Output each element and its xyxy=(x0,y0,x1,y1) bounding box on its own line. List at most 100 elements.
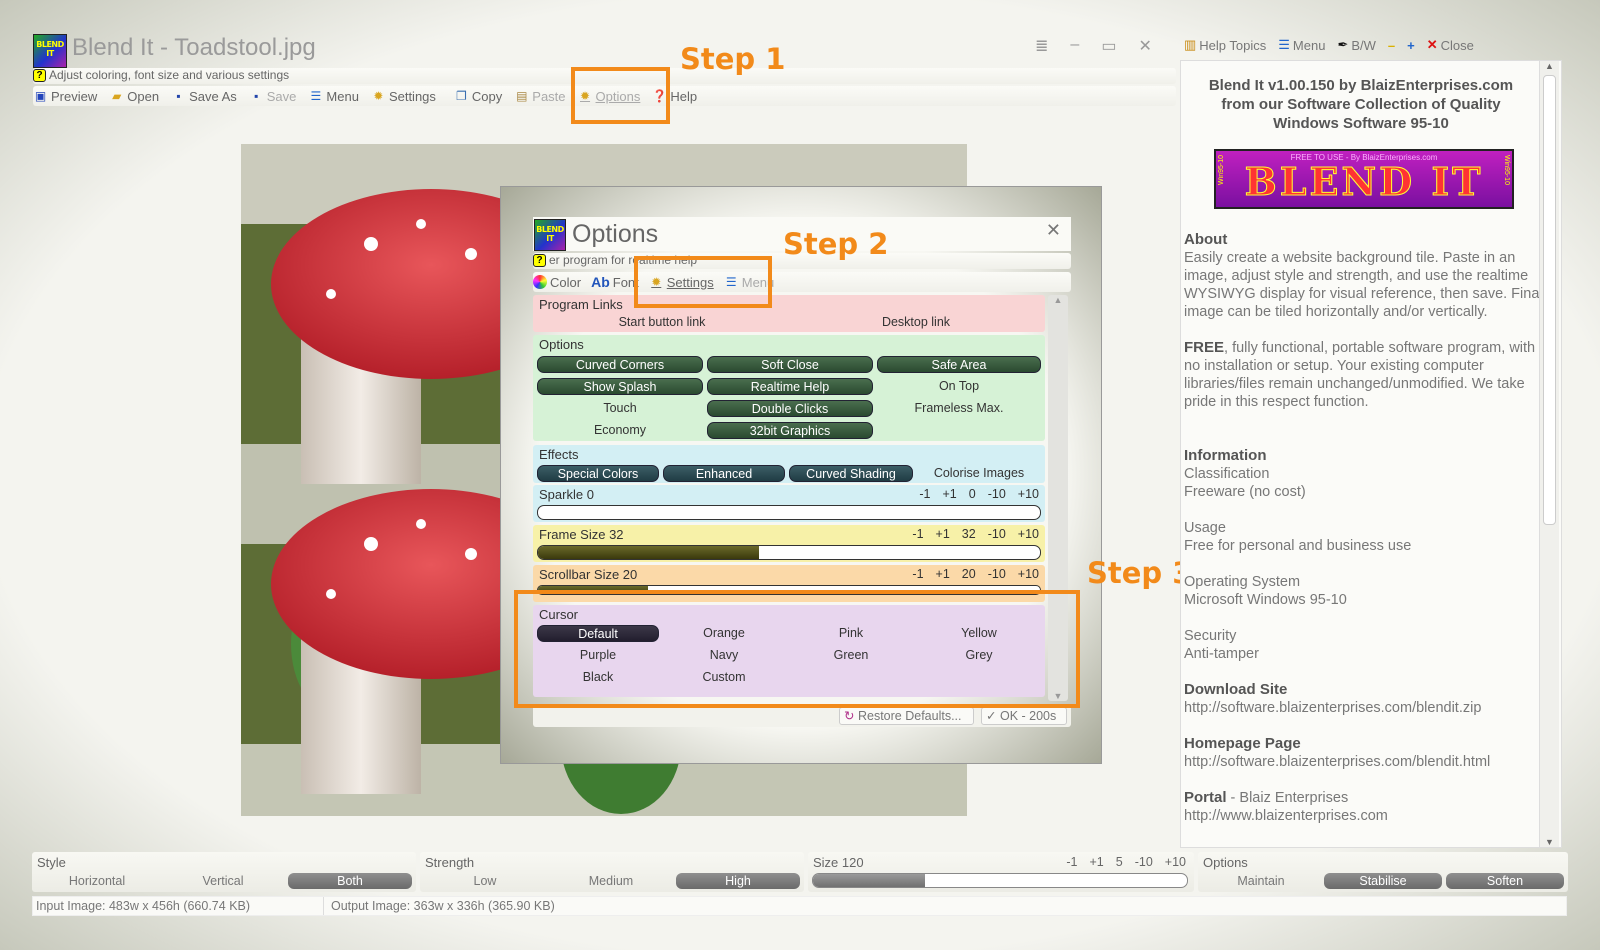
double-clicks-toggle[interactable]: Double Clicks xyxy=(707,400,873,417)
scroll-plus1-button[interactable]: +1 xyxy=(936,567,950,581)
save-button[interactable]: ▪ Save xyxy=(249,89,296,104)
homepage-link[interactable]: http://software.blaizenterprises.com/ble… xyxy=(1184,754,1490,770)
sparkle-minus1-button[interactable]: -1 xyxy=(919,487,930,501)
sparkle-section: Sparkle 0 -1 +1 0 -10 +10 xyxy=(533,485,1045,522)
scrollbar-size-label: Scrollbar Size 20 xyxy=(539,567,638,582)
sparkle-value: 0 xyxy=(968,487,976,501)
tab-font[interactable]: Ab Font xyxy=(591,274,639,290)
economy-toggle[interactable]: Economy xyxy=(537,422,703,439)
help-body: About Easily create a website background … xyxy=(1184,231,1544,843)
scroll-up-icon[interactable]: ▲ xyxy=(1048,295,1068,305)
minimize-button[interactable]: – xyxy=(1070,36,1079,56)
frame-plus1-button[interactable]: +1 xyxy=(936,527,950,541)
soften-option[interactable]: Soften xyxy=(1446,873,1564,889)
curved-corners-toggle[interactable]: Curved Corners xyxy=(537,356,703,373)
menu-button[interactable]: ☰ Menu xyxy=(308,89,359,104)
font-smaller-button[interactable]: – xyxy=(1388,38,1395,53)
hint-icon: ? xyxy=(33,69,46,83)
window-controls: ≣ – ▭ ✕ xyxy=(1035,36,1152,56)
tab-color[interactable]: Color xyxy=(533,275,581,290)
monitor-icon: ▣ xyxy=(34,88,47,103)
style-vertical-option[interactable]: Vertical xyxy=(162,873,284,889)
maximize-button[interactable]: ▭ xyxy=(1101,36,1116,56)
dialog-close-button[interactable]: ✕ xyxy=(1046,220,1061,241)
style-horizontal-option[interactable]: Horizontal xyxy=(36,873,158,889)
gear-icon: ✹ xyxy=(373,88,384,103)
sparkle-slider[interactable] xyxy=(537,505,1041,520)
app-logo: BLEND IT xyxy=(33,34,67,68)
scroll-minus10-button[interactable]: -10 xyxy=(988,567,1006,581)
enhanced-toggle[interactable]: Enhanced xyxy=(663,465,785,482)
settings-button[interactable]: ✹ Settings xyxy=(371,89,436,104)
frame-size-slider[interactable] xyxy=(537,545,1041,560)
hint-text: Adjust coloring, font size and various s… xyxy=(49,68,290,82)
colorise-images-toggle[interactable]: Colorise Images xyxy=(917,465,1041,482)
sparkle-plus1-button[interactable]: +1 xyxy=(942,487,956,501)
desktop-link-option[interactable]: Desktop link xyxy=(791,314,1041,331)
scroll-minus1-button[interactable]: -1 xyxy=(912,567,923,581)
font-icon: Ab xyxy=(591,274,610,290)
size-step-5-button[interactable]: 5 xyxy=(1116,855,1123,869)
touch-toggle[interactable]: Touch xyxy=(537,400,703,417)
help-close-button[interactable]: ✕ Close xyxy=(1427,37,1474,53)
strength-high-option[interactable]: High xyxy=(676,873,800,889)
open-button[interactable]: ▰ Open xyxy=(109,89,159,104)
frameless-max-toggle[interactable]: Frameless Max. xyxy=(877,400,1041,417)
copy-button[interactable]: ❐ Copy xyxy=(454,89,502,104)
paste-button[interactable]: ▤ Paste xyxy=(514,89,565,104)
status-divider xyxy=(323,897,324,915)
strength-low-option[interactable]: Low xyxy=(424,873,546,889)
strength-medium-option[interactable]: Medium xyxy=(550,873,672,889)
portal-text: - Blaiz Enterprises xyxy=(1226,790,1349,806)
special-colors-toggle[interactable]: Special Colors xyxy=(537,465,659,482)
sparkle-plus10-button[interactable]: +10 xyxy=(1018,487,1039,501)
show-splash-toggle[interactable]: Show Splash xyxy=(537,378,703,395)
download-link[interactable]: http://software.blaizenterprises.com/ble… xyxy=(1184,700,1481,716)
curved-shading-toggle[interactable]: Curved Shading xyxy=(789,465,913,482)
portal-title: Portal xyxy=(1184,789,1227,806)
usage-text: Free for personal and business use xyxy=(1184,538,1412,554)
on-top-toggle[interactable]: On Top xyxy=(877,378,1041,395)
help-scroll-thumb[interactable] xyxy=(1543,75,1556,525)
close-button[interactable]: ✕ xyxy=(1138,36,1151,56)
save-as-button[interactable]: ▪ Save As xyxy=(171,89,236,104)
help-heading: Blend It v1.00.150 by BlaizEnterprises.c… xyxy=(1208,77,1514,132)
help-scrollbar[interactable]: ▲ ▼ xyxy=(1539,61,1559,847)
size-minus1-button[interactable]: -1 xyxy=(1066,855,1077,869)
sparkle-label: Sparkle 0 xyxy=(539,487,594,502)
menu-lines-icon[interactable]: ≣ xyxy=(1035,36,1048,56)
portal-link[interactable]: http://www.blaizenterprises.com xyxy=(1184,808,1388,824)
frame-minus1-button[interactable]: -1 xyxy=(912,527,923,541)
size-plus1-button[interactable]: +1 xyxy=(1089,855,1103,869)
font-larger-button[interactable]: + xyxy=(1407,38,1415,53)
homepage-title: Homepage Page xyxy=(1184,735,1301,752)
frame-minus10-button[interactable]: -10 xyxy=(988,527,1006,541)
scroll-down-icon[interactable]: ▼ xyxy=(1540,837,1559,847)
safe-area-toggle[interactable]: Safe Area xyxy=(877,356,1041,373)
help-topics-button[interactable]: ▥ Help Topics xyxy=(1184,37,1266,53)
help-menu-button[interactable]: ☰ Menu xyxy=(1278,37,1325,53)
soft-close-toggle[interactable]: Soft Close xyxy=(707,356,873,373)
frame-size-section: Frame Size 32 -1 +1 32 -10 +10 xyxy=(533,525,1045,562)
scroll-plus10-button[interactable]: +10 xyxy=(1018,567,1039,581)
frame-plus10-button[interactable]: +10 xyxy=(1018,527,1039,541)
maintain-option[interactable]: Maintain xyxy=(1202,873,1320,889)
blend-it-banner: FREE TO USE - By BlaizEnterprises.com BL… xyxy=(1214,149,1514,209)
sparkle-minus10-button[interactable]: -10 xyxy=(988,487,1006,501)
size-minus10-button[interactable]: -10 xyxy=(1135,855,1153,869)
size-plus10-button[interactable]: +10 xyxy=(1165,855,1186,869)
preview-button[interactable]: ▣ Preview xyxy=(33,89,97,104)
stabilise-option[interactable]: Stabilise xyxy=(1324,873,1442,889)
start-button-link-option[interactable]: Start button link xyxy=(537,314,787,331)
scroll-up-icon[interactable]: ▲ xyxy=(1540,61,1559,71)
sparkle-steppers: -1 +1 0 -10 +10 xyxy=(919,487,1039,501)
free-bold: FREE xyxy=(1184,339,1225,356)
bw-button[interactable]: ✒ B/W xyxy=(1337,37,1375,53)
style-both-option[interactable]: Both xyxy=(288,873,412,889)
restore-defaults-button[interactable]: ↻ Restore Defaults... xyxy=(839,707,974,725)
32bit-graphics-toggle[interactable]: 32bit Graphics xyxy=(707,422,873,439)
realtime-help-toggle[interactable]: Realtime Help xyxy=(707,378,873,395)
ok-button[interactable]: ✓ OK - 200s xyxy=(981,707,1067,725)
info-line: Freeware (no cost) xyxy=(1184,484,1306,500)
size-slider[interactable] xyxy=(812,873,1188,888)
